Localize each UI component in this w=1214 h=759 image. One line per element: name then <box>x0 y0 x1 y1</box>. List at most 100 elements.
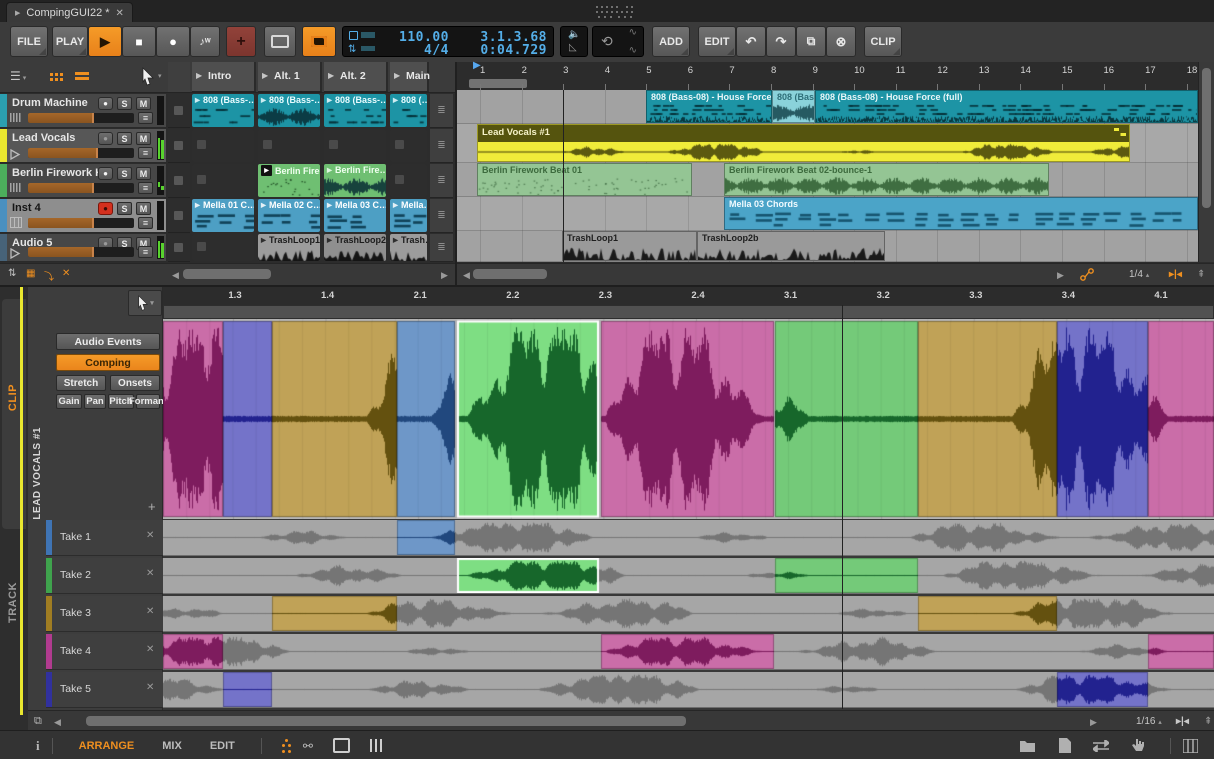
redo-button[interactable]: ↷ <box>766 26 796 57</box>
clip-play-icon[interactable]: ▶ <box>261 96 266 104</box>
add-menu-button[interactable]: ADD <box>652 26 690 57</box>
mute-button[interactable]: M <box>136 97 151 110</box>
volume-slider[interactable] <box>28 148 134 158</box>
rows-view-icon[interactable] <box>75 72 89 75</box>
track-menu-button[interactable]: ≡ <box>138 217 153 229</box>
link-icon[interactable]: ⚯ <box>303 739 313 753</box>
clip-play-icon[interactable]: ▶ <box>195 96 200 104</box>
clip-play-icon[interactable]: ▶ <box>393 96 398 104</box>
single-pane-icon[interactable] <box>333 738 350 753</box>
launcher-clip[interactable]: ▶Berlin Fire… <box>324 164 386 197</box>
ed-scroll-right-icon[interactable]: ▶ <box>1090 717 1097 728</box>
track-list-menu-icon[interactable]: ☰ ▾ <box>10 69 26 83</box>
play-menu-button[interactable]: PLAY <box>52 26 88 57</box>
scene-row-menu[interactable]: ≣ <box>430 164 453 198</box>
track-header-2[interactable]: Lead Vocals●SM≡ <box>0 129 166 163</box>
empty-clip-slot[interactable] <box>192 129 254 162</box>
ed-snap-magnet-icon[interactable]: ▸|◂ <box>1176 716 1189 727</box>
empty-clip-slot[interactable] <box>390 164 427 197</box>
stop-clip-cell[interactable] <box>168 129 190 163</box>
take-lane-5[interactable] <box>163 672 1214 708</box>
scene-play-icon[interactable]: ▶ <box>262 71 268 80</box>
arranger-ruler[interactable]: ▶ 123456789101112131415161718 <box>457 62 1198 90</box>
launcher-clip[interactable]: ▶808 (Bass-… <box>324 94 386 127</box>
add-take-lane-button[interactable]: + <box>148 499 156 514</box>
stop-clip-cell[interactable] <box>168 94 190 128</box>
punch-metronome-panel[interactable]: 🔈 ◺ <box>560 26 588 57</box>
scene-header-3[interactable]: ▶Alt. 2 <box>324 62 388 92</box>
undo-button[interactable]: ↶ <box>736 26 766 57</box>
scene-play-icon[interactable]: ▶ <box>394 71 400 80</box>
document-tab[interactable]: ▶ CompingGUI22 * ✕ <box>6 2 133 23</box>
ed-grid-settings-icon[interactable]: ⇞ <box>1204 716 1212 727</box>
launcher-clip[interactable]: ▶Mella 01 C… <box>192 199 254 232</box>
display-profile-button[interactable] <box>264 26 296 57</box>
clip-play-icon[interactable]: ▶ <box>327 236 332 244</box>
edit-view-button[interactable]: EDIT <box>210 740 235 752</box>
clip-playing-icon[interactable]: ▶ <box>261 165 272 176</box>
dual-display-toggle[interactable] <box>302 26 336 57</box>
launcher-hscrollbar[interactable] <box>183 269 271 279</box>
track-header-5[interactable]: Audio 5●SM≡ <box>0 234 166 262</box>
piano-keys-icon[interactable] <box>1183 739 1198 753</box>
gain-button[interactable]: Gain <box>56 394 82 409</box>
mix-view-button[interactable]: MIX <box>162 740 182 752</box>
arr-snap-magnet-icon[interactable]: ▸|◂ <box>1169 269 1182 280</box>
stop-clip-cell[interactable] <box>168 199 190 233</box>
arranger-clip[interactable]: Berlin Firework Beat 01 <box>477 163 692 196</box>
arrange-view-button[interactable]: ARRANGE <box>79 740 135 752</box>
take-lane-2[interactable] <box>163 558 1214 594</box>
solo-button[interactable]: S <box>117 132 132 145</box>
launcher-clip[interactable]: ▶808 (Bass-… <box>258 94 320 127</box>
mute-button[interactable]: M <box>136 167 151 180</box>
record-button[interactable]: ● <box>156 26 190 57</box>
arranger-vscrollbar[interactable] <box>1198 62 1214 262</box>
take-lane-4[interactable] <box>163 634 1214 670</box>
empty-clip-slot[interactable] <box>192 164 254 197</box>
volume-slider[interactable] <box>28 183 134 193</box>
track-header-4[interactable]: Inst 4●SM≡ <box>0 199 166 233</box>
editor-zoom-band[interactable] <box>163 305 1214 319</box>
take-header-2[interactable]: Take 2✕ <box>46 558 163 594</box>
track-menu-button[interactable]: ≡ <box>138 112 153 124</box>
mute-button[interactable]: M <box>136 132 151 145</box>
clip-play-icon[interactable]: ▶ <box>327 201 332 209</box>
empty-clip-slot[interactable] <box>192 234 254 261</box>
audio-events-button[interactable]: Audio Events <box>56 333 160 350</box>
play-button[interactable]: ▶ <box>88 26 122 57</box>
take-remove-icon[interactable]: ✕ <box>146 682 154 693</box>
stop-clip-cell[interactable] <box>168 234 190 262</box>
arm-record-button[interactable]: ● <box>98 97 113 110</box>
take-remove-icon[interactable]: ✕ <box>146 644 154 655</box>
clip-play-icon[interactable]: ▶ <box>195 201 200 209</box>
arranger-clip[interactable]: 808 (Bass-08) - House Force ( <box>646 90 772 123</box>
arm-record-button[interactable]: ● <box>98 167 113 180</box>
take-lane-3[interactable] <box>163 596 1214 632</box>
launcher-clip[interactable]: ▶808 (… <box>390 94 427 127</box>
arranger-hscrollbar[interactable] <box>473 269 547 279</box>
tab-close-icon[interactable]: ✕ <box>116 8 124 19</box>
scene-header-4[interactable]: ▶Main <box>390 62 429 92</box>
scroll-right-icon[interactable]: ▶ <box>441 270 448 281</box>
scene-row-menu[interactable]: ≣ <box>430 234 453 262</box>
track-menu-button[interactable]: ≡ <box>138 147 153 159</box>
arranger-track-area[interactable]: 808 (Bass-08) - House Force (808 (Bas808… <box>457 90 1198 262</box>
mappings-icon[interactable] <box>1093 740 1109 752</box>
scene-play-icon[interactable]: ▶ <box>328 71 334 80</box>
stop-clip-cell[interactable] <box>168 164 190 198</box>
clip-play-icon[interactable]: ▶ <box>393 201 398 209</box>
arranger-snap-value[interactable]: 1/4 ▴ <box>1129 269 1149 280</box>
mute-button[interactable]: M <box>136 202 151 215</box>
take-header-1[interactable]: Take 1✕ <box>46 520 163 556</box>
scene-row-menu[interactable]: ≣ <box>430 129 453 163</box>
loop-panel[interactable]: ⟲ ∿ ∿ <box>592 26 644 57</box>
take-remove-icon[interactable]: ✕ <box>146 530 154 541</box>
launcher-overview-icon[interactable]: ▦ <box>26 268 35 279</box>
edit-menu-button[interactable]: EDIT <box>698 26 736 57</box>
grid-view-icon[interactable] <box>50 73 53 76</box>
comp-takes-icon[interactable] <box>1114 128 1126 136</box>
editor-snap-value[interactable]: 1/16 ▴ <box>1136 716 1162 727</box>
editor-hscrollbar[interactable] <box>86 716 686 726</box>
pan-button[interactable]: Pan <box>84 394 106 409</box>
clip-play-icon[interactable]: ▶ <box>327 96 332 104</box>
